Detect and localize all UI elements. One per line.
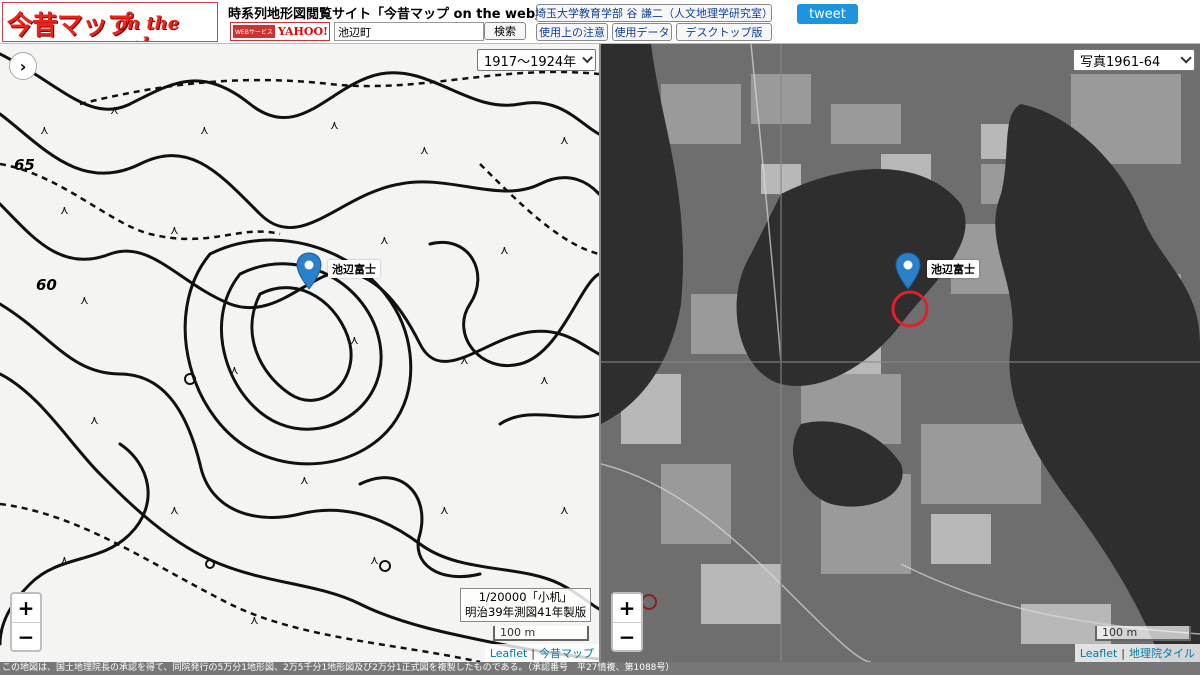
left-zoom-out-button[interactable]: − xyxy=(12,622,40,650)
svg-text:⋏: ⋏ xyxy=(420,143,429,157)
map-sheet-survey: 明治39年測図41年製版 xyxy=(465,605,587,619)
svg-text:⋏: ⋏ xyxy=(330,118,339,132)
map-marker-icon[interactable] xyxy=(895,252,921,290)
site-logo[interactable]: 今昔マップ on the web xyxy=(2,2,218,42)
logo-main-text: 今昔マップ xyxy=(7,11,133,41)
svg-text:⋏: ⋏ xyxy=(560,503,569,517)
topographic-map-canvas: ⋏⋏⋏⋏ ⋏⋏⋏⋏ ⋏⋏⋏⋏ ⋏⋏⋏⋏ ⋏⋏⋏⋏ ⋏⋏⋏⋏ xyxy=(0,44,599,662)
svg-text:⋏: ⋏ xyxy=(200,123,209,137)
svg-text:⋏: ⋏ xyxy=(380,233,389,247)
aerial-photo-canvas xyxy=(601,44,1200,662)
left-attribution: Leaflet | 今昔マップ xyxy=(484,644,599,662)
svg-text:⋏: ⋏ xyxy=(60,553,69,567)
aerial-photo-map[interactable]: 写真1961-64 池辺富士 100 m + − Leaflet | 地理院タイル xyxy=(601,44,1200,662)
copyright-footer: この地図は、国土地理院長の承認を得て、同院発行の5万分1地形図、2万5千分1地形… xyxy=(0,662,1200,675)
left-zoom-in-button[interactable]: + xyxy=(12,594,40,622)
svg-text:⋏: ⋏ xyxy=(370,553,379,567)
right-zoom-control: + − xyxy=(611,592,643,652)
svg-text:⋏: ⋏ xyxy=(350,333,359,347)
svg-text:⋏: ⋏ xyxy=(90,413,99,427)
contour-label-65: 65 xyxy=(14,156,35,174)
svg-text:⋏: ⋏ xyxy=(540,373,549,387)
right-zoom-in-button[interactable]: + xyxy=(613,594,641,622)
logo-sub-text: on the web xyxy=(115,13,180,41)
left-period-select[interactable]: 1917〜1924年 xyxy=(477,49,596,71)
gsi-tiles-link[interactable]: 地理院タイル xyxy=(1129,647,1195,660)
svg-text:⋏: ⋏ xyxy=(440,503,449,517)
right-period-value: 写真1961-64 xyxy=(1080,54,1161,70)
svg-text:⋏: ⋏ xyxy=(40,123,49,137)
old-topographic-map[interactable]: ⋏⋏⋏⋏ ⋏⋏⋏⋏ ⋏⋏⋏⋏ ⋏⋏⋏⋏ ⋏⋏⋏⋏ ⋏⋏⋏⋏ 65 60 › 19… xyxy=(0,44,599,662)
usage-notes-button[interactable]: 使用上の注意 xyxy=(536,23,608,41)
tweet-button[interactable]: tweet xyxy=(797,4,858,24)
right-attribution: Leaflet | 地理院タイル xyxy=(1074,644,1200,662)
header: 今昔マップ on the web 時系列地形図閲覧サイト「今昔マップ on th… xyxy=(0,0,1200,44)
svg-text:⋏: ⋏ xyxy=(170,503,179,517)
place-search-input[interactable] xyxy=(334,22,484,41)
svg-text:⋏: ⋏ xyxy=(300,473,309,487)
yahoo-logo: YAHOO! xyxy=(277,25,328,38)
yahoo-badge-label: WEBサービス xyxy=(233,25,275,38)
side-panel-toggle[interactable]: › xyxy=(9,52,37,80)
yahoo-badge[interactable]: WEBサービス YAHOO! xyxy=(230,22,330,41)
chevron-down-icon xyxy=(1180,52,1192,64)
contour-label-60: 60 xyxy=(36,276,57,294)
right-zoom-out-button[interactable]: − xyxy=(613,622,641,650)
right-period-select[interactable]: 写真1961-64 xyxy=(1073,49,1195,71)
svg-text:⋏: ⋏ xyxy=(60,203,69,217)
svg-text:⋏: ⋏ xyxy=(110,103,119,117)
left-zoom-control: + − xyxy=(10,592,42,652)
map-sheet-info: 1/20000「小机」 明治39年測図41年製版 xyxy=(460,588,592,622)
map-sheet-scale: 1/20000「小机」 xyxy=(478,590,573,604)
search-button[interactable]: 検索 xyxy=(484,22,526,40)
data-sources-button[interactable]: 使用データ xyxy=(612,23,672,41)
svg-text:⋏: ⋏ xyxy=(460,353,469,367)
leaflet-link[interactable]: Leaflet xyxy=(490,647,527,660)
right-scale-bar: 100 m xyxy=(1095,626,1191,641)
left-period-value: 1917〜1924年 xyxy=(484,54,577,70)
desktop-version-button[interactable]: デスクトップ版 xyxy=(676,23,772,41)
svg-text:⋏: ⋏ xyxy=(500,243,509,257)
konjaku-map-link[interactable]: 今昔マップ xyxy=(539,647,594,660)
svg-text:⋏: ⋏ xyxy=(230,363,239,377)
leaflet-link[interactable]: Leaflet xyxy=(1080,647,1117,660)
svg-text:⋏: ⋏ xyxy=(80,293,89,307)
university-link-button[interactable]: 埼玉大学教育学部 谷 謙二（人文地理学研究室） xyxy=(535,4,773,22)
svg-text:⋏: ⋏ xyxy=(560,133,569,147)
svg-text:⋏: ⋏ xyxy=(170,223,179,237)
site-title: 時系列地形図閲覧サイト「今昔マップ on the web」 xyxy=(228,7,549,22)
marker-label-ikebe-fuji: 池辺富士 xyxy=(328,260,380,278)
map-marker-icon[interactable] xyxy=(296,252,322,290)
left-scale-bar: 100 m xyxy=(493,626,589,641)
marker-label-ikebe-fuji: 池辺富士 xyxy=(927,260,979,278)
chevron-down-icon xyxy=(582,52,593,64)
svg-text:⋏: ⋏ xyxy=(250,613,259,627)
